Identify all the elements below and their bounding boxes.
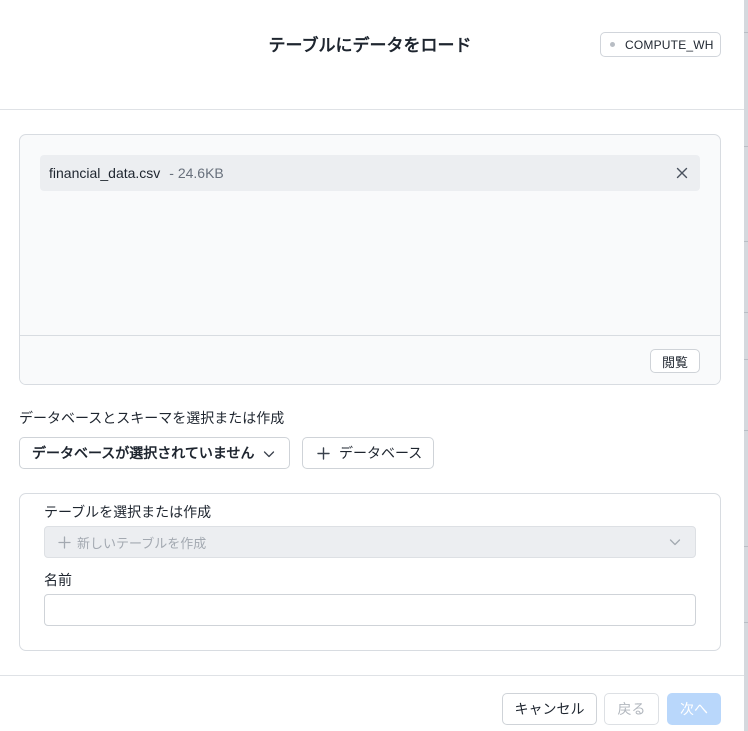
dropzone-footer: 閲覧 [20,335,720,384]
database-schema-label: データベースとスキーマを選択または作成 [19,410,285,426]
cancel-button[interactable]: キャンセル [502,693,597,725]
table-select-label: テーブルを選択または作成 [44,504,212,520]
table-section: テーブルを選択または作成 新しいテーブルを作成 名前 [19,493,721,651]
file-dropzone[interactable]: financial_data.csv - 24.6KB 閲覧 [19,134,721,385]
table-name-input[interactable] [44,594,696,626]
chevron-down-icon [669,536,681,551]
dialog-header: テーブルにデータをロード COMPUTE_WH [0,0,744,110]
dialog-footer: キャンセル 戻る 次へ [0,675,744,731]
back-button[interactable]: 戻る [604,693,659,725]
plus-icon [317,446,330,460]
background-page-edge [744,0,748,731]
close-icon[interactable] [674,165,690,181]
status-dot-icon [610,42,615,47]
database-schema-select[interactable]: データベースが選択されていません [19,437,290,469]
add-database-button[interactable]: データベース [302,437,434,469]
plus-icon [58,535,71,549]
table-select[interactable]: 新しいテーブルを作成 [44,526,696,558]
database-select-value: データベースが選択されていません [32,445,255,461]
file-name: financial_data.csv [49,165,161,181]
table-select-placeholder: 新しいテーブルを作成 [77,535,207,551]
file-size: - 24.6KB [169,165,224,181]
uploaded-file-chip: financial_data.csv - 24.6KB [40,155,700,191]
next-button[interactable]: 次へ [667,693,721,725]
warehouse-selector[interactable]: COMPUTE_WH [600,32,721,57]
browse-button[interactable]: 閲覧 [650,349,700,373]
warehouse-label: COMPUTE_WH [625,37,714,52]
chevron-down-icon [263,447,275,463]
add-database-label: データベース [339,445,423,461]
name-label: 名前 [44,572,72,588]
